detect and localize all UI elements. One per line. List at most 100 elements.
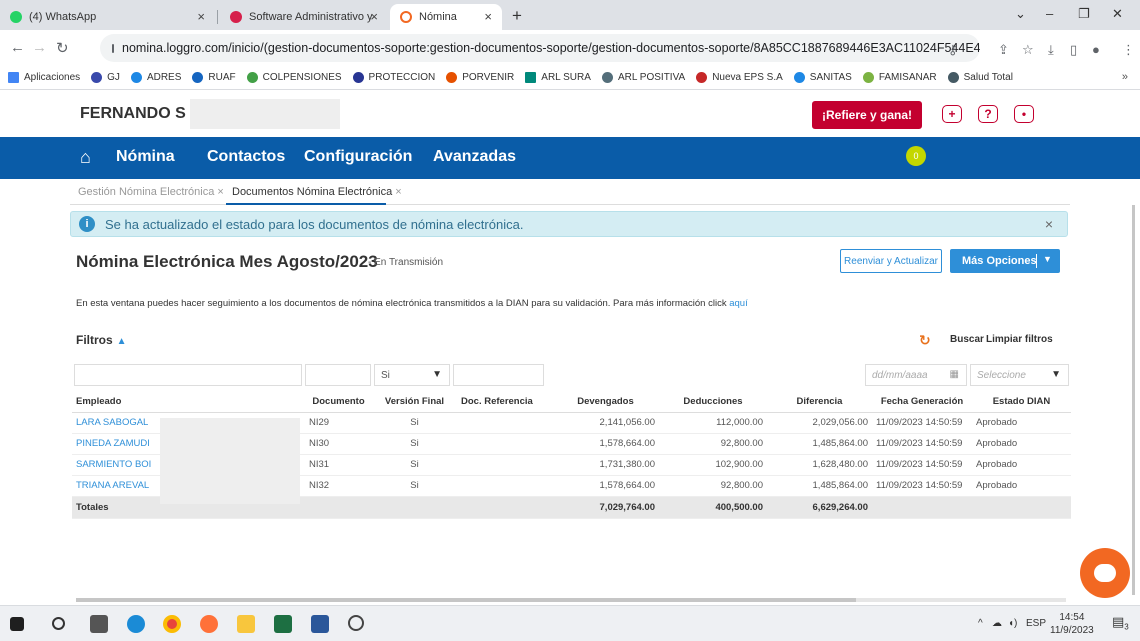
tray-arrow-icon[interactable]: ^	[978, 618, 983, 629]
system-clock[interactable]: 14:54 11/9/2023	[1050, 611, 1094, 637]
plus-icon[interactable]: +	[942, 105, 962, 123]
empleado-filter[interactable]	[74, 364, 302, 386]
close-icon[interactable]: ×	[395, 186, 401, 198]
column-header[interactable]: Diferencia	[767, 392, 872, 413]
windows-start-icon[interactable]	[10, 617, 24, 631]
bookmark-adres[interactable]: ADRES	[130, 72, 181, 83]
restore-icon[interactable]: ❐	[1078, 6, 1090, 22]
firefox-icon[interactable]	[200, 615, 218, 633]
filters-toggle[interactable]: Filtros ▲	[76, 333, 127, 347]
volume-icon[interactable]: ◖)	[1008, 618, 1017, 629]
bookmark-arl-sura[interactable]: ARL SURA	[525, 72, 591, 83]
close-icon[interactable]: ×	[197, 9, 205, 24]
notifications-icon[interactable]: ▤3	[1112, 614, 1129, 632]
refiere-button[interactable]: ¡Refiere y gana!	[812, 101, 922, 129]
file-explorer-icon[interactable]	[237, 615, 255, 633]
back-icon[interactable]: ←	[10, 39, 25, 56]
tab-software-administrativo[interactable]: Software Administrativo y Contab ×	[220, 4, 388, 30]
search-icon[interactable]	[52, 617, 65, 630]
documento-filter[interactable]	[305, 364, 371, 386]
info-link[interactable]: aquí	[729, 298, 748, 309]
column-header[interactable]: Devengados	[552, 392, 659, 413]
close-icon[interactable]: ×	[484, 9, 492, 24]
version-select[interactable]: Si ▼	[374, 364, 450, 386]
buscar-button[interactable]: Buscar	[950, 334, 984, 345]
chevron-down-icon[interactable]: ⌄	[1015, 6, 1026, 22]
profile-icon[interactable]: ●	[1092, 42, 1100, 57]
bookmark-colpensiones[interactable]: COLPENSIONES	[246, 72, 342, 83]
bookmark-proteccion[interactable]: PROTECCION	[352, 72, 435, 83]
reload-icon[interactable]: ↻	[56, 39, 69, 57]
tab-documentos-nomina[interactable]: Documentos Nómina Electrónica ×	[232, 186, 402, 198]
nav-contactos[interactable]: Contactos	[207, 148, 285, 166]
side-panel-icon[interactable]: ▯	[1070, 42, 1077, 58]
refresh-icon[interactable]: ↻	[919, 332, 931, 349]
url-field[interactable]: nomina.loggro.com/inicio/(gestion-docume…	[100, 34, 980, 62]
referencia-filter[interactable]	[453, 364, 544, 386]
calculator-icon[interactable]	[90, 615, 108, 633]
language-indicator[interactable]: ESP	[1026, 618, 1046, 629]
vertical-scrollbar[interactable]	[1132, 205, 1135, 595]
close-icon[interactable]: ×	[217, 186, 223, 198]
nav-configuracion[interactable]: Configuración	[304, 148, 412, 166]
close-icon[interactable]: ×	[370, 9, 378, 24]
column-header[interactable]: Versión Final	[372, 392, 457, 413]
empty-cell	[372, 496, 457, 519]
key-icon[interactable]: ⚷	[948, 42, 958, 58]
mas-opciones-button[interactable]: Más Opciones ▼	[950, 249, 1060, 273]
bookmark-nueva-eps[interactable]: Nueva EPS S.A	[696, 72, 783, 83]
version-cell: Si	[372, 433, 457, 455]
estado-select[interactable]: Seleccione ▼	[970, 364, 1069, 386]
bookmark-sanitas[interactable]: SANITAS	[793, 72, 852, 83]
close-window-icon[interactable]: ✕	[1112, 6, 1123, 22]
reenviar-button[interactable]: Reenviar y Actualizar	[840, 249, 942, 273]
clock-app-icon[interactable]	[348, 615, 364, 631]
bookmark-arl-positiva[interactable]: ARL POSITIVA	[601, 72, 685, 83]
share-icon[interactable]: ⇪	[998, 42, 1009, 58]
user-icon[interactable]: •	[1014, 105, 1034, 123]
home-icon[interactable]: ⌂	[80, 147, 91, 168]
cloud-icon[interactable]: ☁	[992, 618, 1002, 629]
word-icon[interactable]	[311, 615, 329, 633]
new-tab-icon[interactable]: +	[512, 6, 522, 26]
bookmark-famisanar[interactable]: FAMISANAR	[862, 72, 937, 83]
bookmark-gj[interactable]: GJ	[91, 72, 120, 83]
bookmark-aplicaciones[interactable]: Aplicaciones	[8, 72, 80, 83]
horizontal-scrollbar[interactable]	[76, 598, 1066, 602]
edge-icon[interactable]	[127, 615, 145, 633]
download-icon[interactable]: ⤓	[1048, 42, 1054, 58]
nav-nomina[interactable]: Nómina	[116, 148, 175, 166]
minimize-icon[interactable]: –	[1046, 6, 1053, 21]
help-icon[interactable]: ?	[978, 105, 998, 123]
star-icon[interactable]: ☆	[1022, 42, 1034, 58]
nav-avanzadas[interactable]: Avanzadas	[433, 148, 516, 166]
column-header[interactable]: Deducciones	[659, 392, 767, 413]
column-header[interactable]: Doc. Referencia	[457, 392, 552, 413]
limpiar-filtros-button[interactable]: Limpiar filtros	[986, 334, 1053, 345]
tab-gestion-nomina[interactable]: Gestión Nómina Electrónica ×	[78, 186, 224, 198]
scrollbar-thumb[interactable]	[76, 598, 856, 602]
bookmark-salud-total[interactable]: Salud Total	[947, 72, 1013, 83]
forward-icon[interactable]: →	[32, 39, 47, 56]
caret-down-icon: ▼	[432, 369, 442, 380]
notification-badge[interactable]: 0	[906, 146, 926, 166]
tab-whatsapp[interactable]: (4) WhatsApp ×	[0, 4, 215, 30]
menu-icon[interactable]: ⋮	[1122, 42, 1135, 58]
fecha-filter[interactable]: dd/mm/aaaa ▦	[865, 364, 967, 386]
column-header[interactable]: Documento	[305, 392, 372, 413]
bookmark-porvenir[interactable]: PORVENIR	[446, 72, 514, 83]
bookmark-label: RUAF	[208, 72, 236, 83]
bookmark-ruaf[interactable]: RUAF	[192, 72, 236, 83]
calendar-icon[interactable]: ▦	[950, 369, 959, 380]
excel-icon[interactable]	[274, 615, 292, 633]
tab-nomina[interactable]: Nómina ×	[390, 4, 502, 30]
column-header[interactable]: Empleado	[72, 392, 305, 413]
caret-down-icon[interactable]: ▼	[1043, 254, 1052, 264]
diferencia-cell: 1,485,864.00	[767, 475, 872, 497]
chat-button[interactable]	[1080, 548, 1130, 598]
column-header[interactable]: Fecha Generación	[872, 392, 972, 413]
bookmarks-more-icon[interactable]: »	[1122, 71, 1128, 83]
chrome-icon[interactable]	[163, 615, 181, 633]
column-header[interactable]: Estado DIAN	[972, 392, 1071, 413]
close-icon[interactable]: ×	[1045, 216, 1053, 232]
